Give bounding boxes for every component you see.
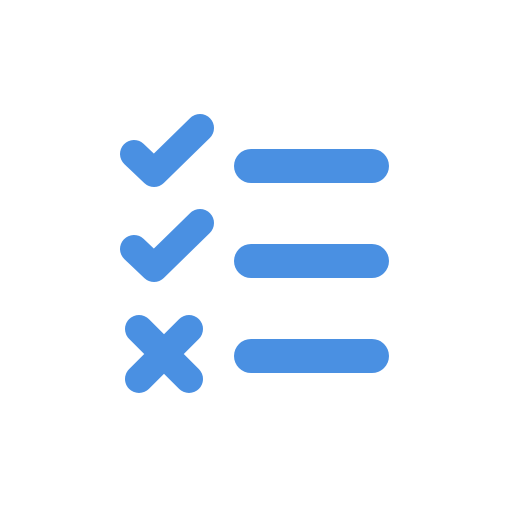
checklist-icon bbox=[120, 114, 389, 393]
icon-canvas bbox=[0, 0, 512, 512]
checkmark-icon bbox=[120, 114, 214, 187]
checkmark-icon bbox=[120, 209, 214, 282]
checklist-row bbox=[120, 209, 389, 282]
checklist-row bbox=[125, 315, 389, 393]
checklist-row bbox=[120, 114, 389, 187]
cross-icon bbox=[125, 315, 203, 393]
